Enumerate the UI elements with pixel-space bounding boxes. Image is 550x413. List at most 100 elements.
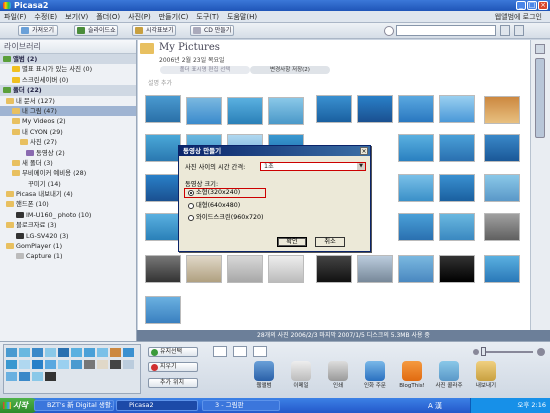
- thumbnail[interactable]: [398, 255, 434, 283]
- thumbnail[interactable]: [439, 134, 475, 162]
- rotate-right-icon[interactable]: [253, 346, 267, 357]
- tree-item-starred[interactable]: 별표 표시가 있는 사진 (0): [0, 64, 136, 74]
- thumbnail[interactable]: [268, 97, 304, 125]
- cancel-button[interactable]: 취소: [315, 237, 345, 247]
- tree-item-im-u160[interactable]: IM-U160_ photo (10): [0, 210, 136, 220]
- menu-help[interactable]: 도움말(H): [223, 11, 261, 23]
- star-icon[interactable]: [213, 346, 227, 357]
- tray-thumb[interactable]: [110, 360, 121, 369]
- search-options-icon[interactable]: [514, 25, 524, 36]
- thumbnail[interactable]: [398, 174, 434, 202]
- web-album-login-link[interactable]: 웹앨범에 로그인: [491, 11, 546, 23]
- thumbnail[interactable]: [316, 255, 352, 283]
- tree-item-cyon[interactable]: 내 CYON (29): [0, 127, 136, 137]
- thumbnail[interactable]: [227, 255, 263, 283]
- tray-thumb[interactable]: [45, 372, 56, 381]
- tree-item-screensaver[interactable]: 스크린세이버 (0): [0, 75, 136, 85]
- minimize-button[interactable]: _: [516, 1, 526, 10]
- taskbar-item-picasa[interactable]: Picasa2: [116, 400, 198, 411]
- scroll-up-icon[interactable]: [535, 44, 545, 54]
- export-action[interactable]: 내보내기: [470, 361, 502, 395]
- thumbnail[interactable]: [484, 174, 520, 202]
- thumbnail[interactable]: [484, 213, 520, 241]
- menu-picture[interactable]: 사진(P): [124, 11, 155, 23]
- close-button[interactable]: ×: [538, 1, 548, 10]
- tray-thumb[interactable]: [123, 360, 134, 369]
- thumbnail[interactable]: [439, 95, 475, 123]
- tree-item-gomplayer[interactable]: GomPlayer (1): [0, 241, 136, 251]
- thumbnail[interactable]: [439, 174, 475, 202]
- tray-thumb[interactable]: [71, 348, 82, 357]
- menu-create[interactable]: 만들기(C): [155, 11, 193, 23]
- add-description[interactable]: 설명 추가: [148, 78, 172, 87]
- tree-item-my-documents[interactable]: 내 문서 (127): [0, 96, 136, 106]
- thumbnail[interactable]: [439, 213, 475, 241]
- tree-item-lg-sv420[interactable]: LG-SV420 (3): [0, 231, 136, 241]
- web-album-action[interactable]: 웹앨범: [248, 361, 280, 395]
- tree-group-albums[interactable]: 앨범 (2): [0, 54, 136, 65]
- thumbnail[interactable]: [145, 174, 181, 202]
- thumbnail[interactable]: [484, 134, 520, 162]
- thumbnail[interactable]: [484, 255, 520, 283]
- thumbnail[interactable]: [357, 95, 393, 123]
- tree-item-photos[interactable]: 사진 (27): [0, 137, 136, 147]
- menu-tools[interactable]: 도구(T): [192, 11, 223, 23]
- timeline-button[interactable]: 시각표보기: [132, 25, 176, 36]
- menu-file[interactable]: 파일(F): [0, 11, 30, 23]
- collage-action[interactable]: 사진 콜라주: [433, 361, 465, 395]
- order-prints-action[interactable]: 인화 주문: [359, 361, 391, 395]
- thumbnail[interactable]: [398, 95, 434, 123]
- tree-item-picasa-export[interactable]: Picasa 내보내기 (4): [0, 189, 136, 199]
- tray-thumb[interactable]: [45, 360, 56, 369]
- hold-button[interactable]: 유지선택: [148, 347, 198, 357]
- menu-view[interactable]: 보기(V): [61, 11, 92, 23]
- tree-item-videos[interactable]: 동영상 (2): [0, 148, 136, 158]
- tree-group-folders[interactable]: 폴더 (22): [0, 85, 136, 96]
- delay-select[interactable]: 1초 ▼: [260, 162, 366, 171]
- chevron-down-icon[interactable]: ▼: [357, 163, 365, 170]
- tray-thumb[interactable]: [45, 348, 56, 357]
- tree-item-blog-data[interactable]: 블로크자료 (3): [0, 220, 136, 230]
- dialog-close-icon[interactable]: ×: [360, 147, 368, 155]
- tray-thumb[interactable]: [84, 348, 95, 357]
- save-changes-pill[interactable]: 변경사항 저장(2): [250, 66, 330, 74]
- thumbnail[interactable]: [186, 255, 222, 283]
- thumbnail[interactable]: [145, 134, 181, 162]
- slideshow-button[interactable]: 슬라이드쇼: [74, 25, 118, 36]
- tray-thumb[interactable]: [6, 360, 17, 369]
- taskbar-item-paint[interactable]: 3 - 그림판: [202, 400, 280, 411]
- thumbnail[interactable]: [145, 255, 181, 283]
- rotate-left-icon[interactable]: [233, 346, 247, 357]
- thumbnail[interactable]: [316, 95, 352, 123]
- scroll-thumb[interactable]: [535, 58, 545, 138]
- thumbnail[interactable]: [357, 255, 393, 283]
- zoom-slider-thumb[interactable]: [481, 347, 486, 356]
- tray-thumb[interactable]: [6, 372, 17, 381]
- tray-thumb[interactable]: [71, 360, 82, 369]
- thumbnail[interactable]: [186, 97, 222, 125]
- thumbnail[interactable]: [145, 95, 181, 123]
- tray-thumb[interactable]: [19, 372, 30, 381]
- tray-thumb[interactable]: [84, 360, 95, 369]
- vertical-scrollbar[interactable]: [530, 40, 550, 372]
- folder-caption-pill[interactable]: 폴더 표시명 편집 선택: [160, 66, 250, 74]
- tree-item-new-folder[interactable]: 새 폴더 (3): [0, 158, 136, 168]
- search-input[interactable]: [396, 25, 496, 36]
- thumbnail[interactable]: [398, 213, 434, 241]
- size-option-large[interactable]: 대형(640x480): [188, 202, 240, 210]
- tree-item-my-pictures[interactable]: 내 그림 (47): [0, 105, 136, 117]
- tree-item-capture[interactable]: Capture (1): [0, 251, 136, 261]
- thumbnail[interactable]: [268, 255, 304, 283]
- print-action[interactable]: 인쇄: [322, 361, 354, 395]
- thumbnail[interactable]: [145, 296, 181, 324]
- ime-indicator[interactable]: A 漢: [428, 401, 442, 411]
- cd-button[interactable]: CD 만들기: [190, 25, 234, 36]
- thumbnail[interactable]: [439, 255, 475, 283]
- thumbnail[interactable]: [227, 97, 263, 125]
- import-button[interactable]: 가져오기: [18, 25, 58, 36]
- email-action[interactable]: 이메일: [285, 361, 317, 395]
- maximize-button[interactable]: □: [527, 1, 537, 10]
- tray-thumb[interactable]: [110, 348, 121, 357]
- clear-button[interactable]: 지우기: [148, 362, 198, 372]
- tray-thumb[interactable]: [19, 348, 30, 357]
